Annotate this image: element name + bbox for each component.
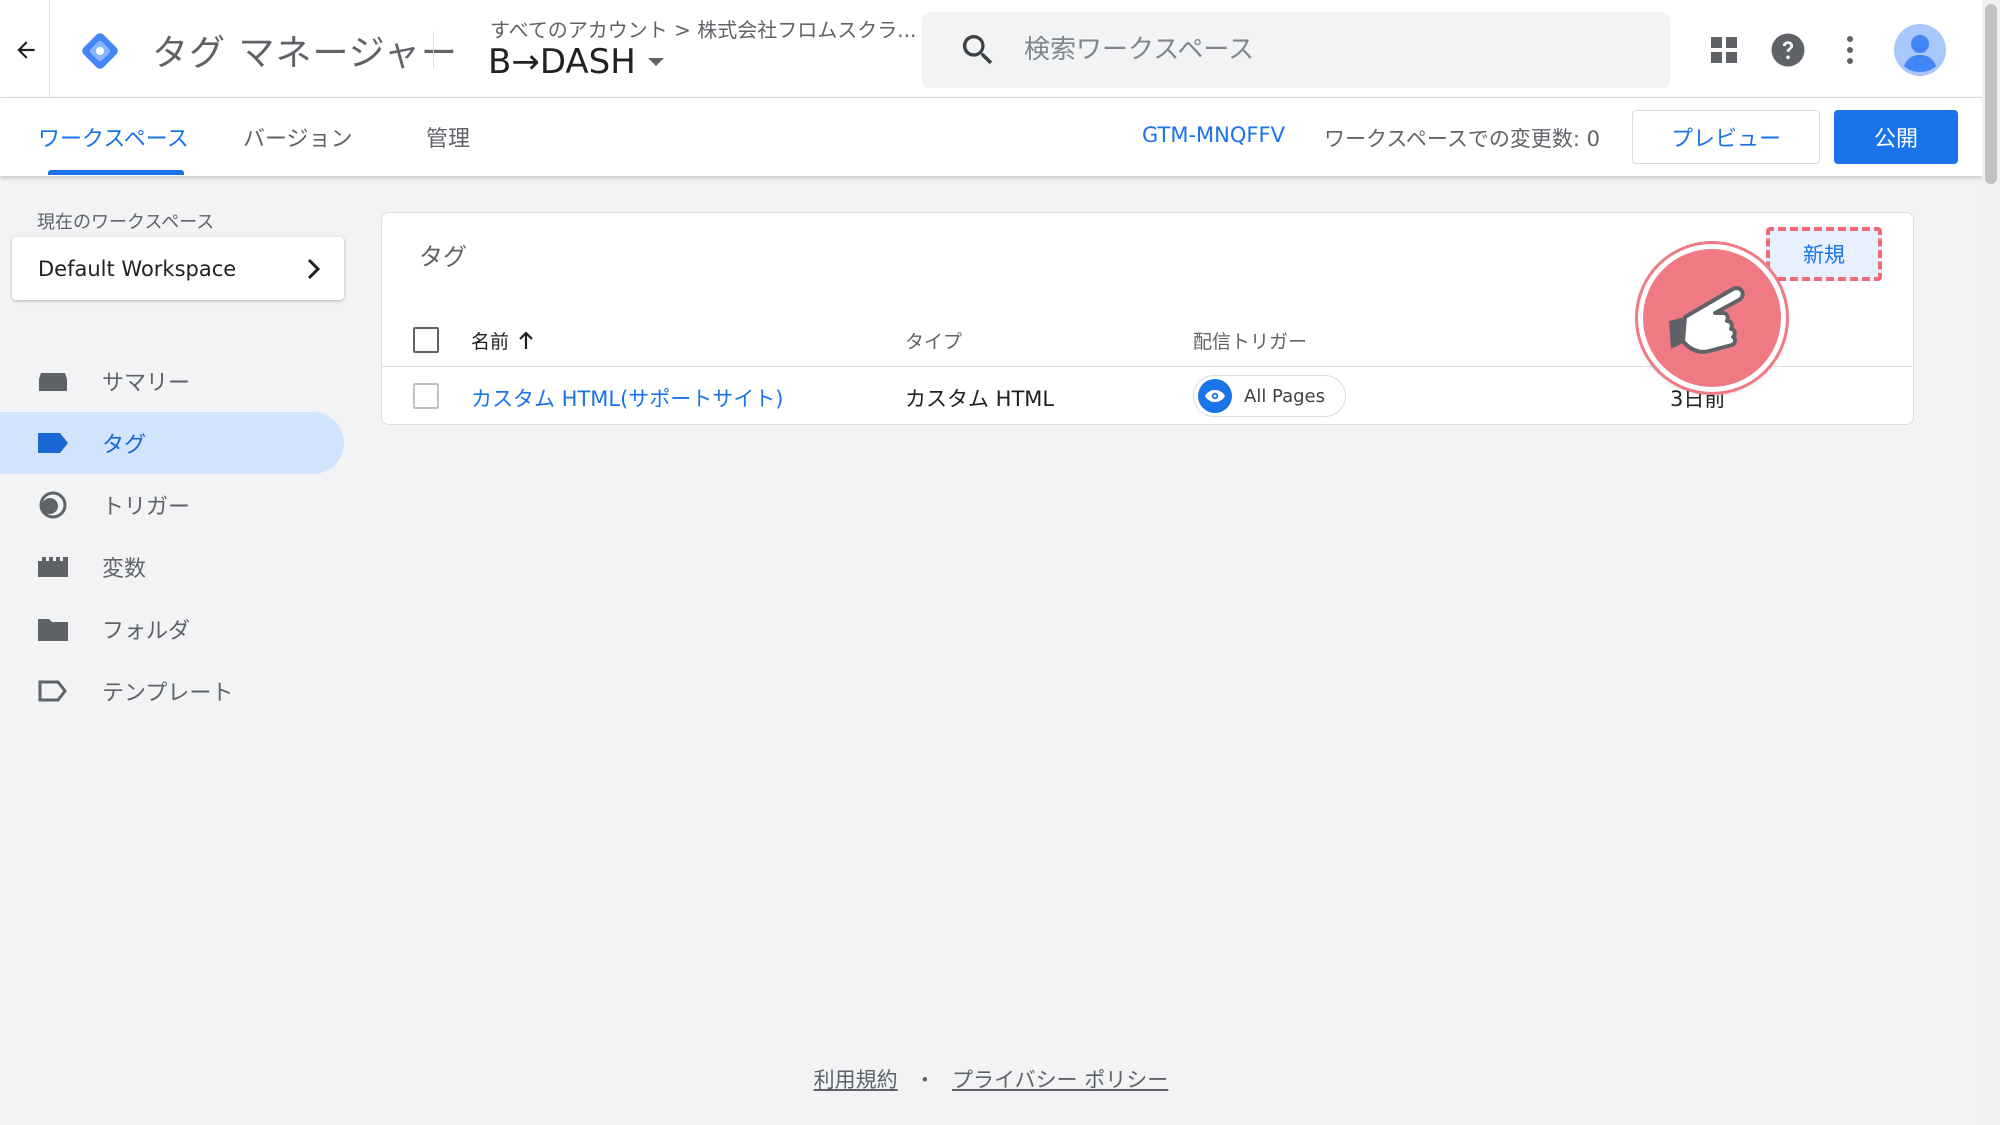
card-title: タグ [419, 243, 467, 271]
select-all-checkbox[interactable] [413, 327, 439, 353]
change-count: ワークスペースでの変更数: 0 [1324, 127, 1600, 151]
sidebar-item-label: トリガー [102, 495, 191, 520]
pointer-hand-icon [1638, 244, 1786, 392]
tag-name-link[interactable]: カスタム HTML(サポートサイト) [471, 383, 784, 413]
sidebar-item-label: サマリー [102, 371, 191, 396]
workspace-toolbar: ワークスペース バージョン 管理 GTM-MNQFFV ワークスペースでの変更数… [0, 98, 1982, 176]
sidebar-item-tags[interactable]: タグ [0, 412, 344, 474]
folder-icon [36, 612, 70, 646]
publish-button[interactable]: 公開 [1834, 110, 1958, 164]
caret-down-icon [647, 58, 664, 66]
workspace-label: 現在のワークスペース [37, 212, 215, 233]
scrollbar[interactable] [1982, 0, 2000, 1125]
more-vert-icon [1847, 36, 1853, 64]
container-name: B→DASH [488, 42, 636, 82]
variables-icon [36, 550, 70, 584]
sidebar-item-label: 変数 [102, 557, 147, 582]
summary-icon [36, 364, 70, 398]
tag-type: カスタム HTML [905, 387, 1055, 411]
more-button[interactable] [1826, 26, 1874, 74]
apps-grid-icon [1711, 37, 1737, 63]
row-checkbox[interactable] [413, 383, 439, 409]
trigger-chip[interactable]: All Pages [1193, 375, 1346, 417]
sidebar-item-label: テンプレート [102, 681, 234, 706]
sidebar-item-summary[interactable]: サマリー [0, 350, 344, 412]
sidebar-item-label: フォルダ [102, 619, 191, 644]
chevron-right-icon [307, 258, 321, 279]
preview-button[interactable]: プレビュー [1632, 110, 1820, 164]
new-tag-button[interactable]: 新規 [1766, 227, 1882, 281]
workspace-name: Default Workspace [38, 256, 237, 281]
tab-workspace[interactable]: ワークスペース [38, 98, 189, 176]
sidebar-item-folders[interactable]: フォルダ [0, 598, 344, 660]
container-id[interactable]: GTM-MNQFFV [1142, 123, 1285, 147]
help-icon [1771, 33, 1805, 67]
tab-admin[interactable]: 管理 [426, 98, 470, 176]
account-avatar[interactable] [1894, 24, 1946, 76]
column-label: 名前 [471, 331, 510, 353]
trigger-name: All Pages [1244, 385, 1325, 407]
template-icon [36, 674, 70, 708]
column-name-header[interactable]: 名前 [471, 327, 535, 354]
sidebar-item-variables[interactable]: 変数 [0, 536, 344, 598]
tab-versions[interactable]: バージョン [243, 98, 353, 176]
search-input[interactable] [1024, 35, 1624, 65]
sidebar-item-triggers[interactable]: トリガー [0, 474, 344, 536]
sidebar-item-templates[interactable]: テンプレート [0, 660, 344, 722]
container-selector[interactable]: B→DASH [488, 42, 664, 82]
tag-manager-logo[interactable] [76, 27, 124, 75]
footer-separator: ・ [914, 1068, 936, 1092]
account-avatar-icon [1894, 24, 1946, 76]
scrollbar-thumb[interactable] [1985, 4, 1997, 184]
workspace-selector[interactable]: Default Workspace [12, 237, 344, 300]
divider [49, 0, 50, 98]
terms-link[interactable]: 利用規約 [814, 1068, 898, 1092]
tag-icon [36, 426, 70, 460]
privacy-link[interactable]: プライバシー ポリシー [952, 1068, 1168, 1092]
trigger-icon [36, 488, 70, 522]
sort-arrow-up-icon [519, 330, 533, 349]
product-name: タグ マネージャー [152, 33, 458, 74]
eye-icon [1198, 379, 1232, 413]
column-type-header[interactable]: タイプ [905, 327, 962, 354]
back-button[interactable] [6, 26, 46, 74]
tab-indicator [48, 170, 184, 175]
apps-button[interactable] [1700, 26, 1748, 74]
search-icon [962, 35, 993, 65]
column-trigger-header[interactable]: 配信トリガー [1193, 327, 1307, 354]
help-button[interactable] [1764, 26, 1812, 74]
arrow-back-icon [17, 41, 35, 59]
sidebar-item-label: タグ [102, 433, 147, 458]
breadcrumb[interactable]: すべてのアカウント > 株式会社フロムスクラ... [490, 14, 916, 43]
divider [433, 31, 434, 68]
search-bar[interactable] [922, 12, 1670, 88]
footer: 利用規約 ・ プライバシー ポリシー [0, 1064, 1982, 1094]
top-app-bar: タグ マネージャー すべてのアカウント > 株式会社フロムスクラ... B→DA… [0, 0, 1982, 98]
